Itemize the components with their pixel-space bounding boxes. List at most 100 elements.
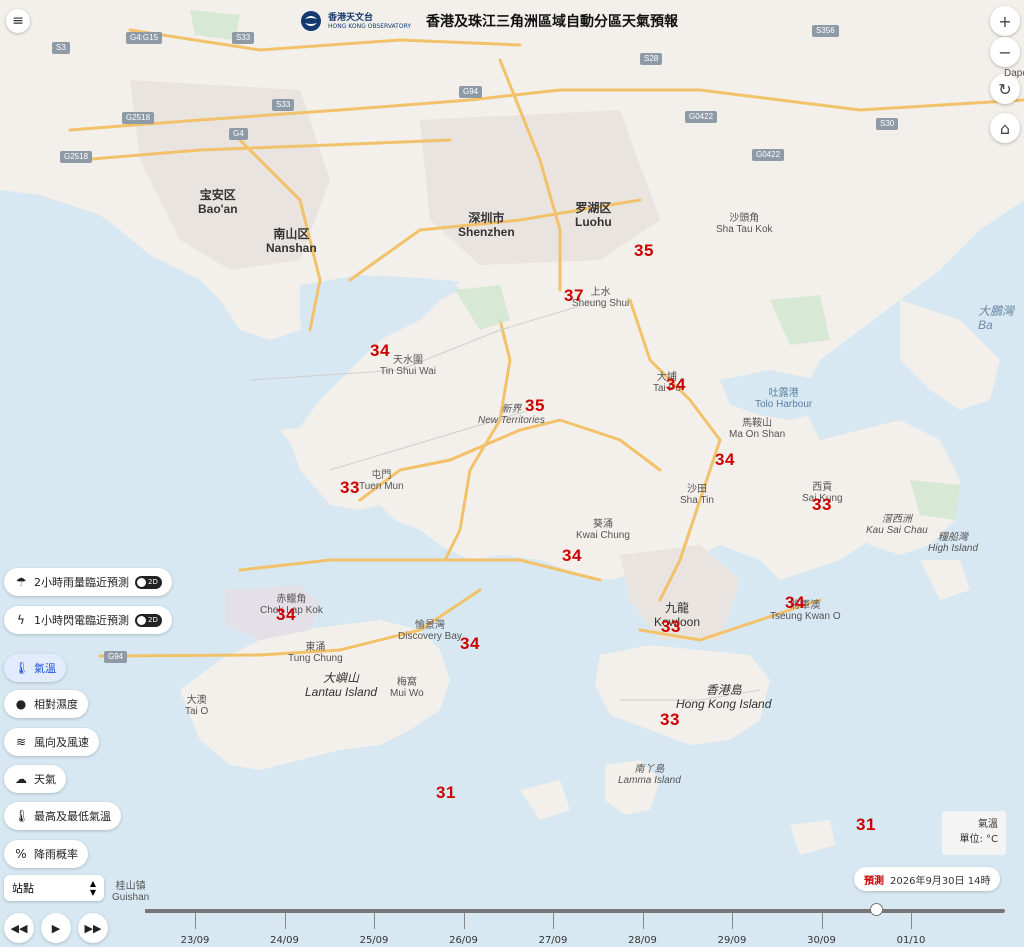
timeline-tick: [821, 913, 823, 929]
temp-tuen-mun[interactable]: 33: [340, 478, 360, 498]
temp-kowloon[interactable]: 33: [661, 617, 681, 637]
place-tung-chung: 東涌 Tung Chung: [288, 642, 343, 664]
timeline-date-label[interactable]: 23/09: [175, 935, 215, 946]
legend-box: 氣溫 單位: °C: [942, 811, 1006, 855]
road-shield: S33: [232, 32, 255, 44]
station-select-value: 站點: [12, 882, 34, 895]
place-discovery-bay: 愉景灣 Discovery Bay: [398, 620, 462, 642]
rain-nowcast-toggle[interactable]: ☂ 2小時雨量臨近預測 2D: [4, 568, 172, 596]
temp-tin-shui-wai[interactable]: 34: [370, 341, 390, 361]
temp-hong-kong-island[interactable]: 33: [660, 710, 680, 730]
temp-new-territories[interactable]: 35: [525, 396, 545, 416]
wind-label: 風向及風速: [34, 736, 89, 749]
droplet-icon: ●: [15, 697, 27, 711]
road-shield: S28: [640, 53, 663, 65]
rewind-icon: ◀◀: [10, 921, 28, 935]
home-icon: ⌂: [999, 118, 1011, 138]
temp-sai-kung[interactable]: 33: [812, 495, 832, 515]
humidity-label: 相對濕度: [34, 698, 78, 711]
place-high-island: 糧船灣 High Island: [928, 532, 979, 554]
max-min-temp-label: 最高及最低氣溫: [34, 810, 111, 823]
road-shield: G0422: [752, 149, 785, 161]
zoom-in-button[interactable]: +: [990, 6, 1020, 36]
select-arrows-icon: ▲ ▼: [89, 879, 96, 897]
timeline-tick: [284, 913, 286, 929]
temp-kwai-chung[interactable]: 34: [562, 546, 582, 566]
home-button[interactable]: ⌂: [990, 113, 1020, 143]
map-canvas[interactable]: [0, 0, 1024, 947]
toggle-2d[interactable]: 2D: [135, 613, 162, 627]
timeline-date-label[interactable]: 30/09: [802, 935, 842, 946]
temp-sheung-shui[interactable]: 37: [564, 286, 584, 306]
timeline-date-label[interactable]: 25/09: [354, 935, 394, 946]
temp-luohu[interactable]: 35: [634, 241, 654, 261]
humidity-layer-button[interactable]: ● 相對濕度: [4, 690, 88, 718]
logo-text-zh: 香港天文台: [328, 12, 374, 23]
place-dapeng: Dape: [1004, 68, 1024, 79]
step-back-button[interactable]: ◀◀: [4, 913, 34, 943]
page-title: 香港及珠江三角洲區域自動分區天氣預報: [426, 14, 678, 30]
observatory-logo: 香港天文台 HONG KONG OBSERVATORY: [300, 8, 418, 34]
timeline-date-label[interactable]: 29/09: [712, 935, 752, 946]
weather-layer-button[interactable]: ☁ 天氣: [4, 765, 66, 793]
timeline-date-label[interactable]: 24/09: [265, 935, 305, 946]
wind-layer-button[interactable]: ≋ 風向及風速: [4, 728, 99, 756]
play-button[interactable]: ▶: [41, 913, 71, 943]
legend-unit: 單位: °C: [959, 834, 998, 845]
road-shield: S33: [272, 99, 295, 111]
place-nanshan: 南山区 Nanshan: [266, 227, 317, 255]
thermometer-pair-icon: 🌡: [14, 809, 30, 823]
station-select[interactable]: 站點 ▲ ▼: [4, 875, 104, 901]
place-mirs-bay: 大鵬灣 Ba: [978, 304, 1015, 332]
temp-lamma[interactable]: 31: [436, 783, 456, 803]
step-forward-button[interactable]: ▶▶: [78, 913, 108, 943]
road-shield: S30: [876, 118, 899, 130]
rain-cloud-icon: ☂: [15, 575, 27, 589]
thermometer-icon: 🌡: [14, 661, 30, 675]
percent-icon: %: [15, 847, 27, 861]
lightning-icon: ϟ: [17, 613, 25, 627]
place-lantau-island: 大嶼山 Lantau Island: [305, 671, 378, 699]
zoom-out-button[interactable]: −: [990, 37, 1020, 67]
timeline-date-label[interactable]: 28/09: [623, 935, 663, 946]
play-icon: ▶: [51, 921, 61, 935]
temp-tseung-kwan-o[interactable]: 34: [785, 593, 805, 613]
forecast-time-badge: 預測 2026年9月30日 14時: [854, 867, 1001, 891]
place-guishan: 桂山镇 Guishan: [112, 881, 150, 903]
road-shield: S356: [812, 25, 839, 37]
rain-probability-layer-button[interactable]: % 降雨概率: [4, 840, 88, 868]
timeline-tick: [732, 913, 733, 929]
temperature-layer-button[interactable]: 🌡 氣溫: [4, 654, 66, 682]
timeline-date-label[interactable]: 01/10: [891, 935, 931, 946]
road-shield: S3: [52, 42, 70, 54]
temp-discovery-bay[interactable]: 34: [460, 634, 480, 654]
timeline-handle[interactable]: [870, 903, 883, 916]
forecast-time: 2026年9月30日 14時: [890, 875, 991, 887]
lightning-nowcast-label: 1小時閃電臨近預測: [34, 614, 129, 627]
forecast-label: 預測: [864, 875, 884, 887]
place-shenzhen: 深圳市 Shenzhen: [458, 211, 515, 239]
place-luohu: 罗湖区 Luohu: [575, 201, 612, 229]
rain-nowcast-label: 2小時雨量臨近預測: [34, 576, 129, 589]
timeline-date-label[interactable]: 27/09: [533, 935, 573, 946]
road-shield: G4: [229, 128, 248, 140]
app-header: 香港天文台 HONG KONG OBSERVATORY 香港及珠江三角洲區域自動…: [300, 6, 730, 36]
timeline-date-label[interactable]: 26/09: [444, 935, 484, 946]
place-tai-o: 大澳 Tai O: [185, 695, 209, 717]
menu-icon: ≡: [12, 13, 24, 29]
temp-tai-po[interactable]: 34: [666, 375, 686, 395]
legend-title: 氣溫: [978, 819, 998, 830]
place-kwai-chung: 葵涌 Kwai Chung: [576, 519, 630, 541]
temp-chek-lap-kok[interactable]: 34: [276, 605, 296, 625]
observatory-logo-icon: [301, 11, 321, 31]
temperature-label: 氣溫: [34, 662, 56, 675]
lightning-nowcast-toggle[interactable]: ϟ 1小時閃電臨近預測 2D: [4, 606, 172, 634]
timeline-tick: [195, 913, 196, 929]
road-shield: G2518: [122, 112, 155, 124]
temp-ma-on-shan[interactable]: 34: [715, 450, 735, 470]
temp-southeast-sea[interactable]: 31: [856, 815, 876, 835]
toggle-2d[interactable]: 2D: [135, 575, 162, 589]
max-min-temp-layer-button[interactable]: 🌡 最高及最低氣溫: [4, 802, 121, 830]
menu-button[interactable]: ≡: [6, 9, 30, 33]
place-tolo-harbour: 吐露港 Tolo Harbour: [755, 388, 813, 410]
